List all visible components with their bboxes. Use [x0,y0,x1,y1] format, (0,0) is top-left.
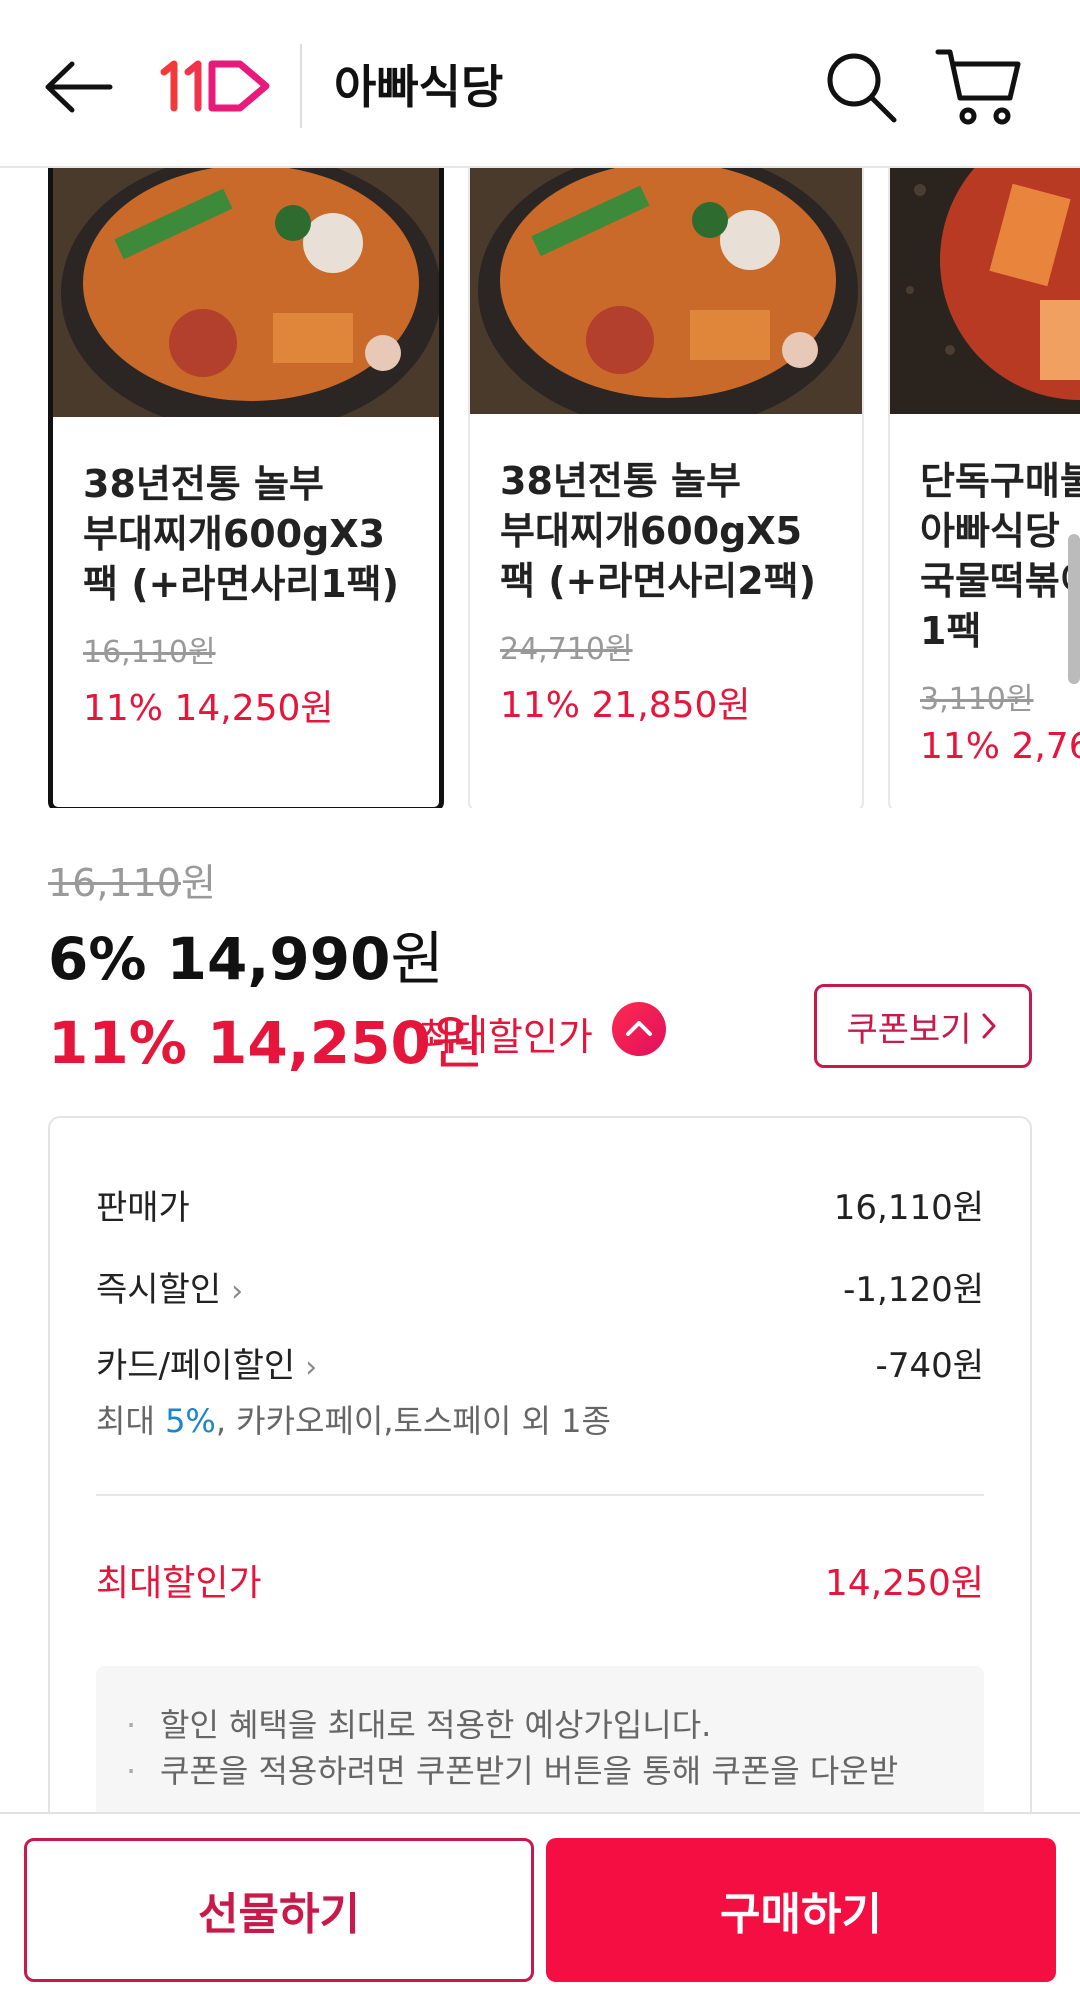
option-name: 38년전통 놀부 부대찌개600gX5 팩 (+라면사리2팩) [500,459,817,603]
product-image [470,168,862,414]
max-discount-label: 최대할인가 [418,1015,593,1059]
11st-logo[interactable] [160,58,272,114]
option-discount-price: 11% 21,850원 [500,685,751,726]
option-card[interactable]: 38년전통 놀부 부대찌개600gX5 팩 (+라면사리2팩) 24,710원 … [468,168,864,808]
top-app-bar: 아빠식당 [0,0,1080,168]
collapse-toggle[interactable] [612,1002,666,1056]
option-original-price: 3,110원 [920,682,1034,717]
max-discount-total-row: 최대할인가 14,250원 [96,1563,984,1604]
carousel-scrollbar[interactable] [1068,534,1080,684]
option-original-price: 16,110원 [83,635,216,670]
original-price: 16,110원 [48,861,216,905]
divider [96,1494,984,1496]
card-pay-detail: 최대 5%, 카카오페이,토스페이 외 1종 [96,1402,611,1440]
chevron-right-icon: › [231,1274,244,1309]
instant-discount-row[interactable]: 즉시할인 › -1,120원 [96,1262,984,1311]
chevron-right-icon [982,1013,996,1039]
option-name: 38년전통 놀부 부대찌개600gX3 팩 (+라면사리1팩) [83,462,400,606]
option-discount-price: 11% 2,76 [920,726,1080,767]
option-card[interactable]: 38년전통 놀부 부대찌개600gX3 팩 (+라면사리1팩) 16,110원 … [48,168,444,808]
search-icon[interactable] [820,46,900,126]
cart-icon[interactable] [934,44,1024,128]
card-pay-discount-row[interactable]: 카드/페이할인 › -740원 [96,1338,984,1387]
back-arrow-icon[interactable] [40,52,116,122]
bottom-action-bar: 선물하기 구매하기 [0,1812,1080,2007]
price-breakdown-box: 판매가 16,110원 즉시할인 › -1,120원 카드/페이할인 › -740원… [48,1116,1032,1886]
product-image [890,168,1080,414]
product-image [53,168,439,417]
header-divider [300,44,302,128]
option-original-price: 24,710원 [500,632,633,667]
gift-button[interactable]: 선물하기 [24,1838,534,1982]
page-title: 아빠식당 [334,60,504,114]
option-discount-price: 11% 14,250원 [83,688,334,729]
notice-item: 할인 혜택을 최대로 적용한 예상가입니다. [126,1702,958,1748]
chevron-right-icon: › [305,1350,318,1385]
buy-button[interactable]: 구매하기 [546,1838,1056,1982]
sale-price-row: 판매가 16,110원 [96,1188,984,1228]
current-price: 6% 14,990원 [48,925,444,993]
notice-item: 쿠폰을 적용하려면 쿠폰받기 버튼을 통해 쿠폰을 다운받 [126,1748,958,1794]
option-card[interactable]: 단독구매불 아빠식당 국물떡볶이 1팩 3,110원 11% 2,76 [888,168,1080,808]
option-carousel[interactable]: 38년전통 놀부 부대찌개600gX3 팩 (+라면사리1팩) 16,110원 … [0,168,1080,808]
view-coupon-button[interactable]: 쿠폰보기 [814,984,1032,1068]
chevron-up-icon [626,1021,652,1036]
option-name: 단독구매불 아빠식당 국물떡볶이 1팩 [920,459,1080,653]
